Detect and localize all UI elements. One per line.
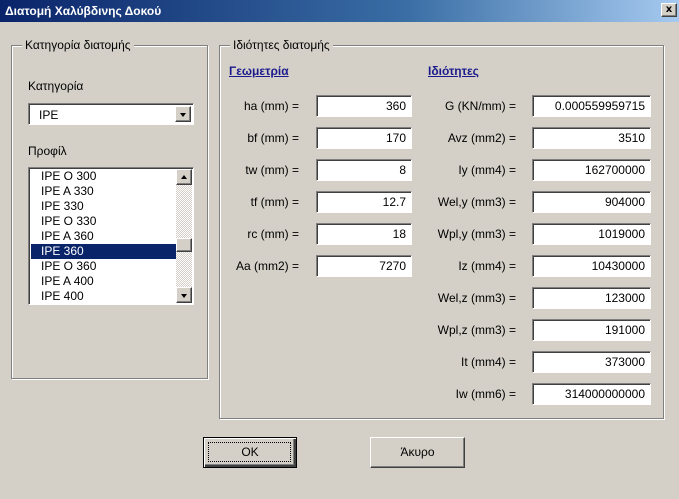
property-label: Iw (mm6) = xyxy=(455,387,516,401)
geometry-label: rc (mm) = xyxy=(247,227,299,241)
list-item[interactable]: IPE O 330 xyxy=(31,214,177,229)
property-label: Wel,z (mm3) = xyxy=(437,291,516,305)
profile-list: IPE O 300 IPE A 330 IPE 330 IPE O 330 IPE A … xyxy=(31,169,177,304)
title-bar: Διατομή Χαλύβδινης Δοκού x xyxy=(0,0,679,22)
close-button[interactable]: x xyxy=(661,3,677,17)
window-title: Διατομή Χαλύβδινης Δοκού xyxy=(5,4,162,18)
property-value-field[interactable]: 162700000 xyxy=(532,159,651,181)
focus-rect xyxy=(208,442,291,462)
property-value-field[interactable]: 123000 xyxy=(532,287,651,309)
list-item[interactable]: IPE A 400 xyxy=(31,274,177,289)
property-value-field[interactable]: 3510 xyxy=(532,127,651,149)
category-frame-legend: Κατηγορία διατομής xyxy=(22,38,134,52)
property-label: Iz (mm4) = xyxy=(458,259,516,273)
geometry-value-field[interactable]: 8 xyxy=(316,159,412,181)
property-label: It (mm4) = xyxy=(460,355,516,369)
profile-listbox[interactable]: IPE O 300 IPE A 330 IPE 330 IPE O 330 IPE A … xyxy=(28,167,194,305)
chevron-down-icon xyxy=(180,113,186,117)
scroll-down-button[interactable] xyxy=(176,287,192,303)
properties-heading: Ιδιότητες xyxy=(428,64,479,78)
geometry-value-field[interactable]: 12.7 xyxy=(316,191,412,213)
geometry-value-field[interactable]: 360 xyxy=(316,95,412,117)
property-label: Iy (mm4) = xyxy=(458,163,516,177)
profile-label: Προφίλ xyxy=(28,144,67,158)
cancel-button-label: Άκυρο xyxy=(400,445,435,459)
property-label: Wpl,z (mm3) = xyxy=(437,323,516,337)
properties-frame-legend: Ιδιότητες διατομής xyxy=(230,38,333,52)
property-label: Wel,y (mm3) = xyxy=(437,195,516,209)
list-item[interactable]: IPE 330 xyxy=(31,199,177,214)
cancel-button[interactable]: Άκυρο xyxy=(370,437,465,468)
list-item[interactable]: IPE O 360 xyxy=(31,259,177,274)
ok-button[interactable]: OK xyxy=(203,437,297,468)
arrow-up-icon xyxy=(181,175,187,179)
property-label: Avz (mm2) = xyxy=(447,131,516,145)
arrow-down-icon xyxy=(181,294,187,298)
geometry-label: ha (mm) = xyxy=(243,99,299,113)
list-item[interactable]: IPE O 300 xyxy=(31,169,177,184)
geometry-label: bf (mm) = xyxy=(247,131,299,145)
property-value-field[interactable]: 0.000559959715 xyxy=(532,95,651,117)
list-item[interactable]: IPE 360 xyxy=(31,244,177,259)
property-value-field[interactable]: 191000 xyxy=(532,319,651,341)
property-value-field[interactable]: 314000000000 xyxy=(532,383,651,405)
geometry-heading: Γεωμετρία xyxy=(229,64,289,78)
list-item[interactable]: IPE 400 xyxy=(31,289,177,304)
property-value-field[interactable]: 904000 xyxy=(532,191,651,213)
category-label: Κατηγορία xyxy=(28,79,84,93)
property-value-field[interactable]: 373000 xyxy=(532,351,651,373)
geometry-label: tw (mm) = xyxy=(245,163,299,177)
list-item[interactable]: IPE A 330 xyxy=(31,184,177,199)
property-value-field[interactable]: 10430000 xyxy=(532,255,651,277)
geometry-label: Aa (mm2) = xyxy=(235,259,299,273)
category-combo[interactable]: IPE xyxy=(28,103,194,125)
property-label: G (KN/mm) = xyxy=(445,99,516,113)
geometry-value-field[interactable]: 170 xyxy=(316,127,412,149)
property-label: Wpl,y (mm3) = xyxy=(437,227,516,241)
geometry-value-field[interactable]: 18 xyxy=(316,223,412,245)
close-icon: x xyxy=(665,4,673,15)
property-value-field[interactable]: 1019000 xyxy=(532,223,651,245)
geometry-label: tf (mm) = xyxy=(250,195,299,209)
geometry-value-field[interactable]: 7270 xyxy=(316,255,412,277)
list-item[interactable]: IPE A 360 xyxy=(31,229,177,244)
category-combo-value: IPE xyxy=(39,108,59,122)
